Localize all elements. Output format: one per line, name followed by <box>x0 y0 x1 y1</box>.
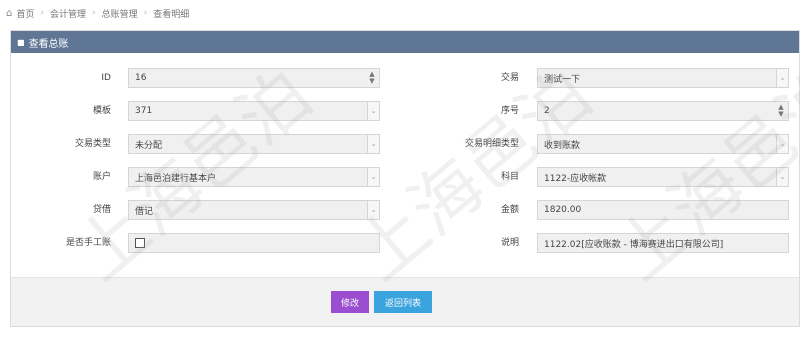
detail-type-label: 交易明细类型 <box>464 139 519 149</box>
breadcrumb-current: 查看明细 <box>153 9 190 20</box>
trade-type-select[interactable]: 未分配 ⌄ <box>128 134 380 154</box>
id-value: 16 <box>135 73 147 83</box>
amount-label: 金额 <box>500 205 519 215</box>
edit-button[interactable]: 修改 <box>331 291 369 313</box>
note-field[interactable]: 1122.02[应收账款 - 博海赛进出口有限公司] <box>537 233 789 253</box>
detail-type-value: 收到账款 <box>544 140 581 151</box>
trade-value: 测试一下 <box>544 74 581 85</box>
account-select[interactable]: 上海邑泊建行基本户 ⌄ <box>128 167 380 187</box>
note-label: 说明 <box>500 238 519 248</box>
debit-credit-select[interactable]: 借记 ⌄ <box>128 200 380 220</box>
trade-type-label: 交易类型 <box>74 139 111 149</box>
template-label: 模板 <box>92 106 111 116</box>
note-value: 1122.02[应收账款 - 博海赛进出口有限公司] <box>544 239 724 250</box>
chevron-down-icon[interactable]: ⌄ <box>367 135 379 153</box>
subject-select[interactable]: 1122-应收帐款 ⌄ <box>537 167 789 187</box>
account-label: 账户 <box>92 172 111 182</box>
breadcrumb: ⌂ 首页 › 会计管理 › 总账管理 › 查看明细 <box>0 0 800 26</box>
panel-header: ■ 查看总账 <box>11 31 799 53</box>
template-value: 371 <box>135 106 153 116</box>
debit-credit-value: 借记 <box>135 206 154 217</box>
subject-label: 科目 <box>500 172 519 182</box>
seq-label: 序号 <box>500 106 519 116</box>
breadcrumb-ledger[interactable]: 总账管理 <box>102 7 138 20</box>
amount-field[interactable]: 1820.00 <box>537 200 789 220</box>
chevron-down-icon[interactable]: ⌄ <box>367 168 379 186</box>
amount-value: 1820.00 <box>544 205 582 215</box>
chevron-down-icon[interactable]: ⌄ <box>776 135 788 153</box>
trade-select[interactable]: 测试一下 ⌄ <box>537 68 789 88</box>
manual-checkbox[interactable] <box>135 238 145 248</box>
seq-value: 2 <box>544 106 550 116</box>
manual-field <box>128 233 380 253</box>
breadcrumb-accounting[interactable]: 会计管理 <box>50 7 86 20</box>
trade-label: 交易 <box>500 73 519 83</box>
spinner-icon[interactable]: ▲ ▼ <box>365 71 379 85</box>
trade-type-value: 未分配 <box>135 140 163 151</box>
home-icon[interactable]: ⌂ <box>6 8 12 19</box>
chevron-down-icon[interactable]: ⌄ <box>367 201 379 219</box>
breadcrumb-home[interactable]: 首页 <box>16 7 34 20</box>
back-to-list-button[interactable]: 返回列表 <box>374 291 432 313</box>
subject-value: 1122-应收帐款 <box>544 173 607 184</box>
account-value: 上海邑泊建行基本户 <box>135 173 217 184</box>
ledger-panel: ■ 查看总账 ID 16 ▲ ▼ 模板 371 ⌄ 交易类型 未分配 ⌄ 账户 上… <box>10 30 800 327</box>
chevron-down-icon[interactable]: ⌄ <box>367 102 379 120</box>
chevron-down-icon[interactable]: ⌄ <box>776 168 788 186</box>
breadcrumb-separator: › <box>143 8 148 18</box>
detail-type-select[interactable]: 收到账款 ⌄ <box>537 134 789 154</box>
breadcrumb-separator: › <box>92 8 96 18</box>
lock-icon: ■ <box>17 37 25 47</box>
form-body: ID 16 ▲ ▼ 模板 371 ⌄ 交易类型 未分配 ⌄ 账户 上海邑泊建行基本… <box>11 53 799 277</box>
spinner-icon[interactable]: ▲ ▼ <box>774 104 788 118</box>
form-footer: 修改 返回列表 <box>11 277 799 326</box>
manual-label: 是否手工账 <box>65 238 111 248</box>
seq-field[interactable]: 2 ▲ ▼ <box>537 101 789 121</box>
chevron-down-icon[interactable]: ⌄ <box>776 69 788 87</box>
id-label: ID <box>101 73 111 83</box>
template-select[interactable]: 371 ⌄ <box>128 101 380 121</box>
id-field[interactable]: 16 ▲ ▼ <box>128 68 380 88</box>
panel-title: 查看总账 <box>28 38 69 50</box>
breadcrumb-separator: › <box>40 8 44 18</box>
debit-credit-label: 贷借 <box>92 205 111 215</box>
